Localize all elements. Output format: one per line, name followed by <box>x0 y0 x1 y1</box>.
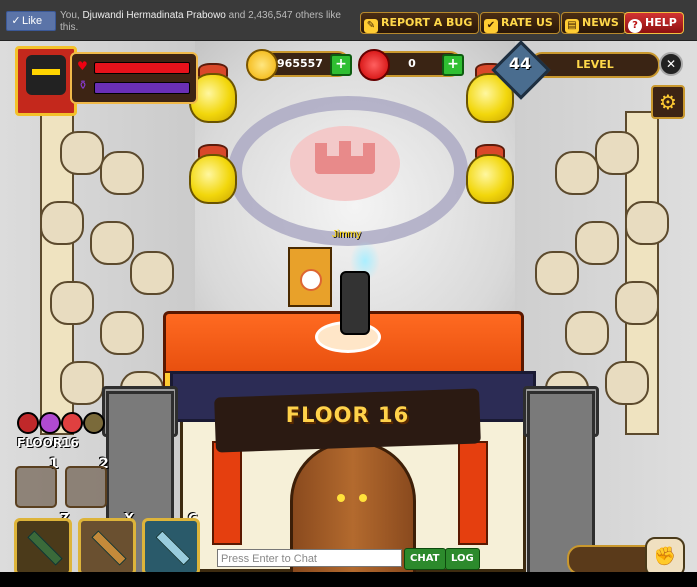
potion-icon: ⚱ <box>78 78 89 92</box>
weapon-slot-c[interactable] <box>142 518 200 576</box>
yellow-vase <box>185 144 237 204</box>
rate-us-label: RATE US <box>501 16 553 29</box>
floor-label: FLOOR16 <box>17 436 79 450</box>
mana-bar <box>94 82 190 94</box>
gear-icon[interactable]: ⚙ <box>651 85 685 119</box>
level-number: 44 <box>508 54 532 73</box>
player-flag <box>288 247 332 307</box>
gem-counter: 0 + <box>358 49 464 81</box>
gem-icon <box>358 49 390 81</box>
checkbox-icon: ✔ <box>484 19 498 33</box>
door-knob <box>359 494 367 502</box>
thumbs-up-icon: ✓ <box>11 15 21 27</box>
yellow-vase <box>462 144 514 204</box>
newspaper-icon: ▤ <box>565 19 579 33</box>
facebook-bar: ✓Like You, Djuwandi Hermadinata Prabowo … <box>0 0 697 41</box>
gold-amount: 965557 <box>277 57 323 70</box>
player-avatar[interactable] <box>15 46 77 116</box>
sword-icon <box>27 530 63 566</box>
help-label: HELP <box>645 16 677 29</box>
skill-slot-2[interactable] <box>65 466 107 508</box>
left-statue-pile <box>20 111 175 435</box>
red-banner <box>458 441 488 545</box>
bottom-bar <box>0 572 697 587</box>
heart-icon: ♥ <box>77 59 88 73</box>
door-knob <box>337 494 345 502</box>
right-statue-pile <box>525 111 680 435</box>
avatar-eyes <box>32 69 60 75</box>
health-mana-panel: ♥ ⚱ <box>70 52 198 104</box>
gem-amount: 0 <box>408 57 416 70</box>
rate-us-button[interactable]: ✔ RATE US <box>480 12 560 34</box>
log-button[interactable]: LOG <box>445 548 480 570</box>
facebook-like-button[interactable]: ✓Like <box>6 11 56 31</box>
add-gold-button[interactable]: + <box>330 54 352 76</box>
close-icon[interactable]: ✕ <box>659 52 683 76</box>
question-icon: ? <box>628 19 642 33</box>
chat-button[interactable]: CHAT <box>404 548 446 570</box>
level-bar: LEVEL <box>530 52 660 78</box>
crown-emblem-icon <box>310 141 380 181</box>
buff-icon[interactable] <box>17 412 39 434</box>
weapon-slot-z[interactable] <box>14 518 72 576</box>
report-bug-button[interactable]: ✎ REPORT A BUG <box>360 12 480 34</box>
like-summary: You, Djuwandi Hermadinata Prabowo and 2,… <box>60 10 360 34</box>
like-user-name[interactable]: Djuwandi Hermadinata Prabowo <box>82 10 225 21</box>
gold-counter: 965557 + <box>246 49 352 81</box>
buff-icon[interactable] <box>83 412 105 434</box>
gold-coin-icon <box>246 49 278 81</box>
buff-icon[interactable] <box>39 412 61 434</box>
player-name: Jimmy <box>332 229 361 240</box>
report-bug-label: REPORT A BUG <box>381 16 473 29</box>
chat-input[interactable]: Press Enter to Chat <box>217 549 402 567</box>
like-label: Like <box>22 15 43 27</box>
sun-emblem-icon <box>300 269 322 291</box>
buff-icon[interactable] <box>61 412 83 434</box>
red-banner <box>212 441 242 545</box>
wrench-icon: ✎ <box>364 19 378 33</box>
level-label: LEVEL <box>576 58 614 71</box>
player-character[interactable] <box>340 271 370 335</box>
like-prefix: You, <box>60 10 80 21</box>
floor-title: FLOOR 16 <box>285 403 410 427</box>
dagger-icon <box>91 530 127 566</box>
weapon-slot-x[interactable] <box>78 518 136 576</box>
health-bar <box>94 62 190 74</box>
avatar-helmet <box>26 55 66 95</box>
news-label: NEWS <box>582 16 619 29</box>
sword-icon <box>155 530 191 566</box>
add-gems-button[interactable]: + <box>442 54 464 76</box>
skill-slot-1[interactable] <box>15 466 57 508</box>
fist-icon[interactable]: ✊ <box>645 537 685 577</box>
help-button[interactable]: ? HELP <box>624 12 684 34</box>
news-button[interactable]: ▤ NEWS <box>561 12 626 34</box>
